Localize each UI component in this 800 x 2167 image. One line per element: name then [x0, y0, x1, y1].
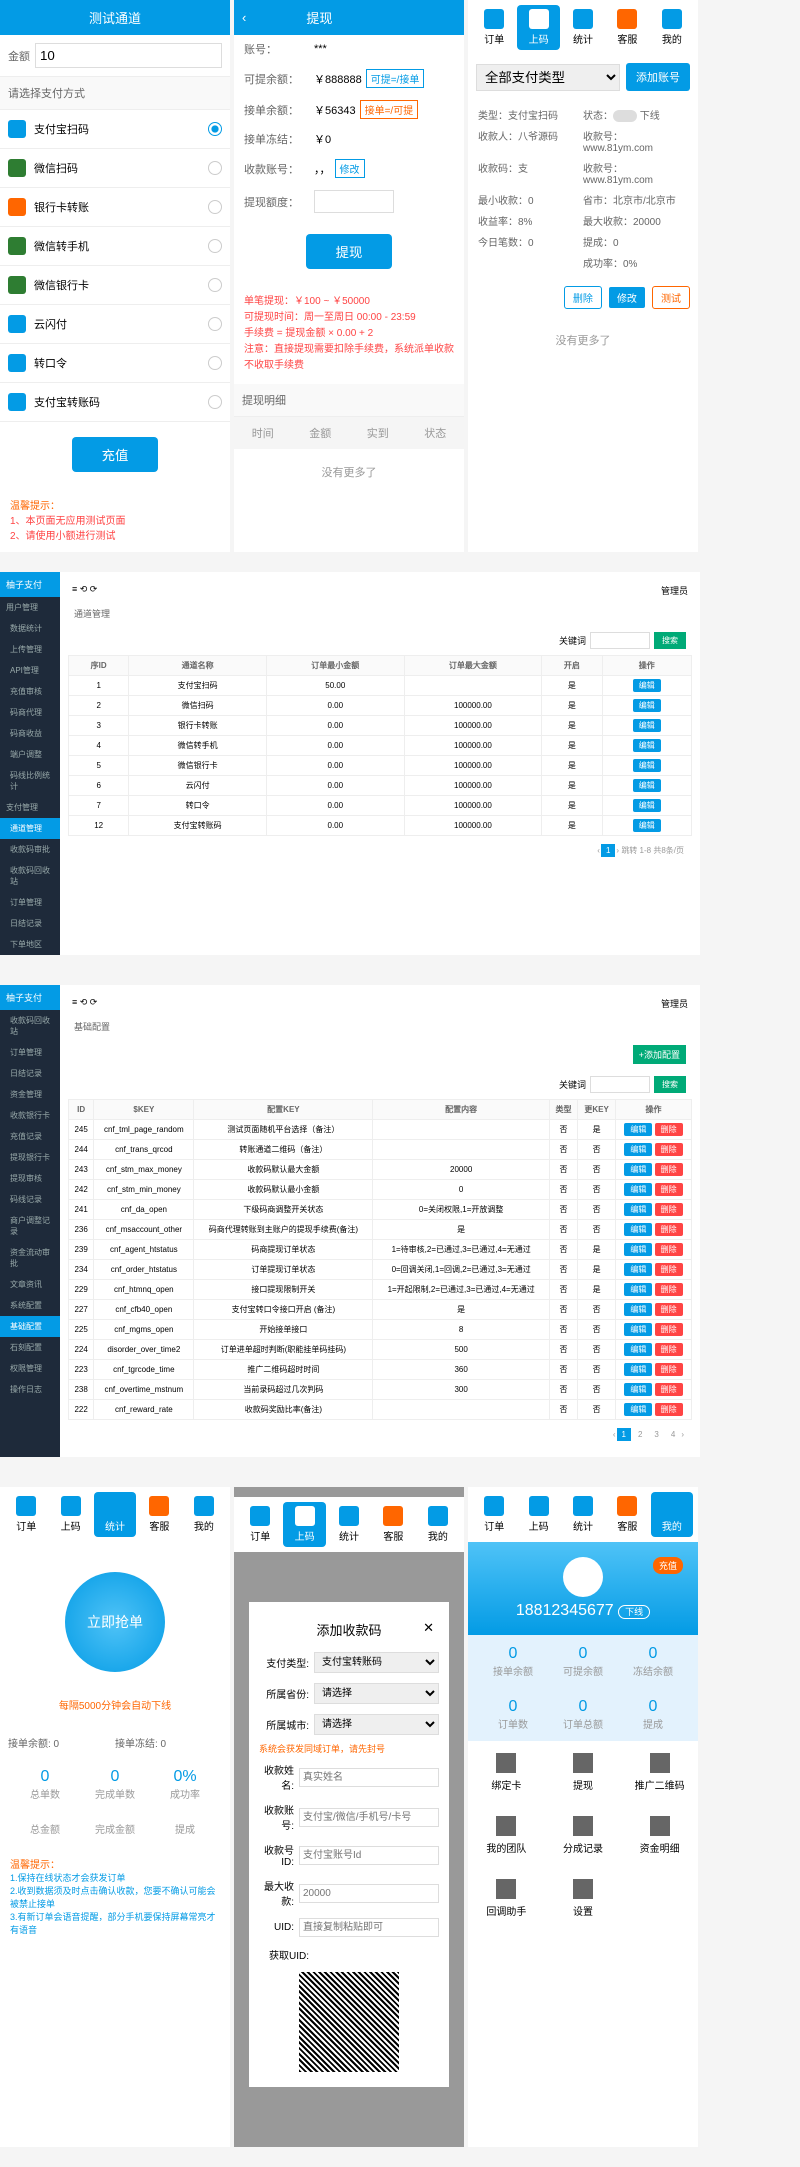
menu-item[interactable]: 日结记录	[0, 1063, 60, 1084]
delete-button[interactable]: 删除	[564, 286, 602, 309]
grid-item[interactable]: 推广二维码	[621, 1741, 698, 1804]
charge-button[interactable]: 充值	[653, 1557, 683, 1574]
menu-item[interactable]: 充值审核	[0, 681, 60, 702]
menu-item[interactable]: 提现银行卡	[0, 1147, 60, 1168]
menu-item[interactable]: 码商收益	[0, 723, 60, 744]
menu-item[interactable]: 充值记录	[0, 1126, 60, 1147]
grid-item[interactable]: 回调助手	[468, 1867, 545, 1930]
menu-item[interactable]: 订单管理	[0, 1042, 60, 1063]
grid-item[interactable]: 设置	[545, 1867, 622, 1930]
test-button[interactable]: 测试	[652, 286, 690, 309]
pay-option[interactable]: 微信银行卡	[0, 266, 230, 305]
pay-type-select[interactable]: 全部支付类型	[476, 64, 620, 91]
edit-button[interactable]: 编辑	[633, 679, 661, 692]
menu-item[interactable]: 收款银行卡	[0, 1105, 60, 1126]
menu-item[interactable]: 系统配置	[0, 1295, 60, 1316]
edit-button[interactable]: 编辑	[633, 779, 661, 792]
recharge-button[interactable]: 充值	[72, 437, 159, 472]
tab-3[interactable]: 客服	[606, 5, 648, 50]
menu-item[interactable]: 文章资讯	[0, 1274, 60, 1295]
tab-0[interactable]: 订单	[473, 5, 515, 50]
menu-item[interactable]: 资金管理	[0, 1084, 60, 1105]
avatar	[563, 1557, 603, 1597]
menu-item[interactable]: 支付管理	[0, 797, 60, 818]
back-icon[interactable]: ‹	[242, 10, 246, 25]
grid-item[interactable]: 分成记录	[545, 1804, 622, 1867]
menu-item[interactable]: 数据统计	[0, 618, 60, 639]
menu-item[interactable]: 码线记录	[0, 1189, 60, 1210]
amount-input[interactable]	[35, 43, 222, 68]
menu-item[interactable]: 收款码回收站	[0, 860, 60, 892]
add-account-button[interactable]: 添加账号	[626, 63, 690, 91]
search-input[interactable]	[590, 632, 650, 649]
pay-option[interactable]: 微信扫码	[0, 149, 230, 188]
menu-item[interactable]: 权限管理	[0, 1358, 60, 1379]
pay-option[interactable]: 支付宝扫码	[0, 110, 230, 149]
menu-item[interactable]: 订单管理	[0, 892, 60, 913]
pay-option[interactable]: 转口令	[0, 344, 230, 383]
grab-order-button[interactable]: 立即抢单	[65, 1572, 165, 1672]
logo: 柚子支付	[0, 985, 60, 1010]
warm-1: 1、本页面无应用测试页面	[10, 512, 220, 527]
pay-option[interactable]: 支付宝转账码	[0, 383, 230, 422]
grid-item[interactable]: 我的团队	[468, 1804, 545, 1867]
search-input[interactable]	[590, 1076, 650, 1093]
menu-item[interactable]: 用户管理	[0, 597, 60, 618]
menu-item[interactable]: 通道管理	[0, 818, 60, 839]
tab-4[interactable]: 我的	[651, 5, 693, 50]
withdraw-button[interactable]: 提现	[306, 234, 393, 269]
search-button[interactable]: 搜索	[654, 1076, 686, 1093]
tab-1[interactable]: 上码	[517, 5, 559, 50]
edit-button[interactable]: 编辑	[633, 799, 661, 812]
menu-item[interactable]: 提现审核	[0, 1168, 60, 1189]
pay-option[interactable]: 银行卡转账	[0, 188, 230, 227]
warm-title: 温馨提示：	[10, 497, 220, 512]
withdraw-amount-input[interactable]	[314, 190, 394, 213]
edit-button[interactable]: 编辑	[633, 719, 661, 732]
menu-item[interactable]: 收款码回收站	[0, 1010, 60, 1042]
edit-button[interactable]: 编辑	[633, 739, 661, 752]
edit-button[interactable]: 编辑	[633, 819, 661, 832]
select-pay-title: 请选择支付方式	[0, 77, 230, 110]
tab-2[interactable]: 统计	[562, 5, 604, 50]
menu-item[interactable]: 基础配置	[0, 1316, 60, 1337]
withdraw-title: 提现	[306, 8, 332, 27]
grid-item[interactable]: 提现	[545, 1741, 622, 1804]
pay-option[interactable]: 云闪付	[0, 305, 230, 344]
menu-item[interactable]: 码线比例统计	[0, 765, 60, 797]
logo: 柚子支付	[0, 572, 60, 597]
grid-item[interactable]: 绑定卡	[468, 1741, 545, 1804]
menu-item[interactable]: API管理	[0, 660, 60, 681]
add-config-button[interactable]: +添加配置	[633, 1045, 686, 1064]
menu-item[interactable]: 码商代理	[0, 702, 60, 723]
menu-item[interactable]: 商户调整记录	[0, 1210, 60, 1242]
pay-option[interactable]: 微信转手机	[0, 227, 230, 266]
menu-item[interactable]: 收款码审批	[0, 839, 60, 860]
modify-button[interactable]: 修改	[608, 286, 646, 309]
amount-label: 金额	[8, 48, 35, 64]
menu-item[interactable]: 端户调整	[0, 744, 60, 765]
warm-2: 2、请使用小额进行测试	[10, 527, 220, 542]
search-button[interactable]: 搜索	[654, 632, 686, 649]
grid-item[interactable]: 资金明细	[621, 1804, 698, 1867]
panel1-title: 测试通道	[0, 0, 230, 35]
menu-item[interactable]: 石刻配置	[0, 1337, 60, 1358]
menu-item[interactable]: 下单地区	[0, 934, 60, 955]
qr-code	[299, 1972, 399, 2072]
edit-button[interactable]: 编辑	[633, 699, 661, 712]
menu-item[interactable]: 操作日志	[0, 1379, 60, 1400]
menu-item[interactable]: 上传管理	[0, 639, 60, 660]
modify-button[interactable]: 修改	[335, 159, 365, 178]
menu-item[interactable]: 日结记录	[0, 913, 60, 934]
menu-item[interactable]: 资金流动审批	[0, 1242, 60, 1274]
close-icon[interactable]: ✕	[423, 1620, 434, 1636]
edit-button[interactable]: 编辑	[633, 759, 661, 772]
